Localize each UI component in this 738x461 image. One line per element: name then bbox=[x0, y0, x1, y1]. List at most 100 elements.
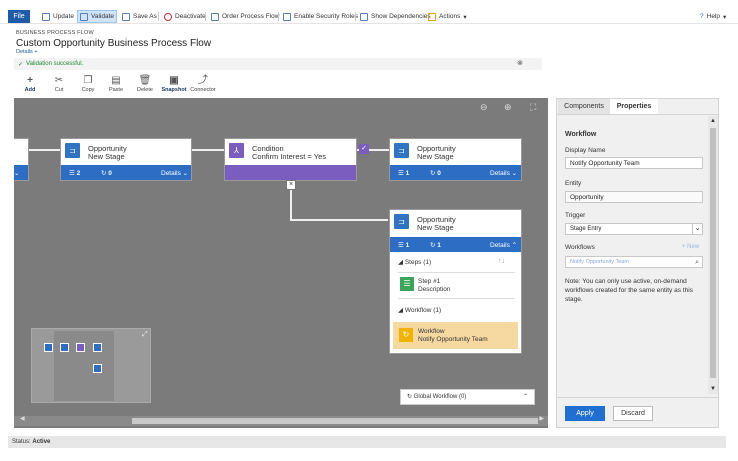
actions-icon bbox=[428, 12, 436, 21]
stage-icon: ⊐ bbox=[394, 214, 409, 229]
workflow-icon: ↻ bbox=[399, 328, 413, 342]
details-toggle[interactable]: Details ⌄ bbox=[161, 169, 188, 177]
paste-icon: ▤ bbox=[111, 75, 121, 86]
details-link[interactable]: Details + bbox=[16, 49, 38, 55]
chevron-down-icon: ▾ bbox=[463, 13, 467, 21]
stage-icon: ⊐ bbox=[65, 143, 80, 158]
sort-arrows-icon[interactable]: ↑↓ bbox=[498, 258, 505, 265]
deactivate-icon bbox=[164, 12, 172, 21]
steps-count: ☰ 1 bbox=[398, 242, 410, 249]
update-icon bbox=[42, 12, 50, 21]
workflow-section-header[interactable]: ◢ Workflow (1) bbox=[398, 306, 441, 314]
validate-icon bbox=[80, 12, 88, 21]
tab-properties[interactable]: Properties bbox=[610, 99, 658, 114]
condition-icon: ⅄ bbox=[229, 143, 244, 158]
minimap[interactable]: ⤢ bbox=[31, 328, 151, 403]
save-icon bbox=[122, 12, 130, 21]
condition-node[interactable]: ⅄ Condition Confirm Interest = Yes bbox=[224, 138, 357, 181]
process-canvas[interactable]: ⊖ ⊕ ⛶ s ⌄ ⊐ OpportunityNew Stage ☰ 2 ↻ 0… bbox=[14, 98, 548, 428]
tab-components[interactable]: Components bbox=[558, 99, 610, 114]
steps-section-header[interactable]: ◢ Steps (1) bbox=[398, 258, 431, 266]
minimap-toggle-icon[interactable]: ⤢ bbox=[142, 331, 148, 339]
trigger-select[interactable]: Stage Entry ⌄ bbox=[565, 223, 703, 235]
connector-icon: ⤴ bbox=[198, 75, 208, 86]
entity-field[interactable]: Opportunity bbox=[565, 191, 703, 203]
help-menu[interactable]: ? Help ▾ bbox=[700, 11, 726, 22]
copy-icon: ❐ bbox=[83, 75, 93, 86]
details-toggle[interactable]: Details ⌄ bbox=[490, 169, 517, 177]
cut-icon: ✂ bbox=[54, 75, 64, 86]
entity-type-label: BUSINESS PROCESS FLOW bbox=[16, 30, 94, 36]
show-dependencies-button[interactable]: Show Dependencies bbox=[360, 11, 431, 22]
close-icon[interactable]: ⊗ bbox=[517, 59, 523, 67]
global-workflow-panel[interactable]: ↻ Global Workflow (0) ⌃ bbox=[400, 389, 535, 405]
status-bar: Status: Active bbox=[8, 436, 726, 448]
workflows-lookup[interactable]: Notify Opportunity Team ⌕ bbox=[565, 256, 703, 268]
details-toggle[interactable]: Details ⌃ bbox=[490, 241, 517, 249]
ribbon-toolbar: File Update Validate Save As Deactivate … bbox=[0, 0, 738, 24]
vertical-scrollbar[interactable]: ▲ ▼ bbox=[708, 116, 718, 394]
cut-button[interactable]: ✂ Cut bbox=[44, 74, 74, 93]
validate-button[interactable]: Validate bbox=[76, 10, 118, 23]
chevron-down-icon: ⌄ bbox=[692, 223, 702, 235]
workflow-count: ↻ 0 bbox=[101, 170, 112, 177]
discard-button[interactable]: Discard bbox=[613, 406, 653, 421]
step-icon: ☰ bbox=[400, 277, 414, 291]
copy-button[interactable]: ❐ Copy bbox=[73, 74, 103, 93]
add-icon: + bbox=[27, 75, 33, 86]
display-name-label: Display Name bbox=[565, 147, 606, 154]
snapshot-button[interactable]: ▣ Snapshot bbox=[159, 74, 189, 93]
entity-label: Entity bbox=[565, 180, 582, 187]
chevron-up-icon: ⌃ bbox=[522, 394, 528, 400]
delete-button[interactable]: 🗑 Delete bbox=[130, 74, 160, 93]
stage-node-partial[interactable]: s ⌄ bbox=[14, 138, 29, 181]
file-button[interactable]: File bbox=[8, 10, 30, 23]
stage-node-expanded[interactable]: ⊐ Opportunity New Stage ☰ 1 ↻ 1 Details ⌃… bbox=[389, 209, 522, 354]
workflow-icon: ↻ bbox=[407, 394, 413, 400]
check-branch-icon[interactable]: ✓ bbox=[359, 144, 369, 154]
zoom-out-icon[interactable]: ⊖ bbox=[480, 102, 488, 113]
actions-menu[interactable]: Actions ▾ bbox=[428, 11, 467, 22]
stage-node[interactable]: ⊐ Opportunity New Stage ☰ 2 ↻ 0 Details ⌄ bbox=[60, 138, 192, 181]
deactivate-button[interactable]: Deactivate bbox=[164, 11, 206, 22]
status-value: Active bbox=[32, 439, 51, 445]
horizontal-scrollbar[interactable]: ◀ ▶ bbox=[14, 416, 548, 426]
display-name-field[interactable]: Notify Opportunity Team bbox=[565, 157, 703, 169]
save-as-button[interactable]: Save As bbox=[122, 11, 157, 22]
camera-icon: ▣ bbox=[169, 75, 179, 86]
steps-count: ☰ 1 bbox=[398, 170, 410, 177]
properties-panel: Components Properties Workflow Display N… bbox=[556, 98, 719, 428]
stage-node[interactable]: ⊐ Opportunity New Stage ☰ 1 ↻ 0 Details ⌄ bbox=[389, 138, 522, 181]
paste-button[interactable]: ▤ Paste bbox=[101, 74, 131, 93]
dependencies-icon bbox=[360, 12, 368, 21]
step-item[interactable]: Step #1 Description bbox=[418, 278, 451, 294]
fit-screen-icon[interactable]: ⛶ bbox=[530, 102, 536, 113]
validation-message: Validation successful. bbox=[26, 61, 84, 67]
stage-icon: ⊐ bbox=[394, 143, 409, 158]
section-title: Workflow bbox=[565, 131, 597, 138]
chevron-down-icon: ▾ bbox=[723, 13, 727, 21]
connector-button[interactable]: ⤴ Connector bbox=[188, 74, 218, 93]
security-icon bbox=[283, 12, 291, 21]
update-button[interactable]: Update bbox=[42, 11, 74, 22]
enable-security-roles-button[interactable]: Enable Security Roles bbox=[283, 11, 358, 22]
note-text: Note: You can only use active, on-demand… bbox=[565, 278, 693, 303]
page-title: Custom Opportunity Business Process Flow bbox=[16, 38, 212, 49]
remove-branch-icon[interactable]: × bbox=[286, 180, 296, 190]
search-icon[interactable]: ⌕ bbox=[695, 257, 699, 268]
validation-bar: ✓ Validation successful. bbox=[14, 58, 542, 70]
expand-icon: + bbox=[34, 49, 38, 55]
zoom-in-icon[interactable]: ⊕ bbox=[504, 102, 512, 113]
apply-button[interactable]: Apply bbox=[565, 406, 605, 421]
check-icon: ✓ bbox=[18, 61, 24, 68]
add-button[interactable]: + Add bbox=[15, 74, 45, 93]
steps-count: ☰ 2 bbox=[69, 170, 81, 177]
workflow-count: ↻ 0 bbox=[430, 170, 441, 177]
workflows-label: Workflows bbox=[565, 244, 595, 251]
order-icon bbox=[211, 12, 219, 21]
trigger-label: Trigger bbox=[565, 212, 586, 219]
workflow-item[interactable]: ↻ Workflow Notify Opportunity Team bbox=[393, 322, 518, 349]
order-process-flow-button[interactable]: Order Process Flow bbox=[211, 11, 279, 22]
delete-icon: 🗑 bbox=[138, 75, 152, 86]
new-workflow-link[interactable]: + New bbox=[682, 244, 699, 250]
